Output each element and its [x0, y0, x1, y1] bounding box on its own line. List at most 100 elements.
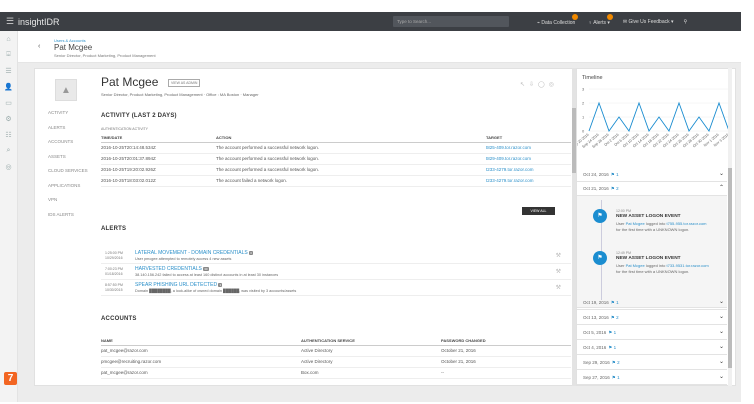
- alert-title-link[interactable]: LATERAL MOVEMENT - DOMAIN CREDENTIALS: [135, 250, 248, 256]
- chevron-down-icon: ⌄: [718, 359, 724, 365]
- back-chevron-icon[interactable]: ‹: [38, 43, 40, 50]
- section-link[interactable]: ACTIVITY: [48, 106, 88, 121]
- timeline-date-row[interactable]: Oct 24, 2016 ⚑ 1 ⌄: [577, 167, 727, 182]
- nav-assets-icon[interactable]: ▭: [0, 95, 17, 111]
- chevron-down-icon: ⌄: [718, 374, 724, 380]
- accounts-section: ACCOUNTS NAME AUTHENTICATION SERVICE PAS…: [101, 316, 571, 379]
- app-title: insightIDR: [18, 16, 60, 27]
- flag-icon: ⚑: [608, 345, 613, 350]
- table-row: 2016-10-25T19:20:02.926Z The account perf…: [101, 164, 571, 176]
- avatar: ▲: [55, 79, 77, 101]
- target-link[interactable]: t233-4279.tor.razor.com: [486, 164, 571, 176]
- timeline-panel: Timeline 3210Sep 20 2016Sep 24 2016Sep 2…: [576, 68, 736, 386]
- scrollbar-thumb[interactable]: [728, 168, 732, 368]
- target-link[interactable]: t829-409.tor.razor.com: [486, 153, 571, 165]
- alert-title-link[interactable]: SPEAR PHISHING URL DETECTED: [135, 282, 217, 288]
- table-row: pmcgee@recruiting.razor.com Active Direct…: [101, 356, 571, 368]
- chevron-down-icon: ⌄: [718, 314, 724, 320]
- section-link[interactable]: ALERTS: [48, 121, 88, 136]
- section-link[interactable]: ASSETS: [48, 150, 88, 165]
- asset-link[interactable]: t755-955.tor.razor.com: [666, 221, 706, 226]
- profile-action-icons[interactable]: ↖⇩◯◎: [520, 81, 558, 88]
- notification-badge: [572, 13, 579, 20]
- nav-reports-icon[interactable]: ☷: [0, 127, 17, 143]
- nav-settings-icon[interactable]: ⚙: [0, 111, 17, 127]
- chevron-down-icon: ⌄: [718, 344, 724, 350]
- flag-icon: ⚑: [611, 360, 616, 365]
- profile-section-nav: ACTIVITY ALERTS ACCOUNTS ASSETS CLOUD SE…: [48, 106, 88, 222]
- page-subtitle: Senior Director, Product Marketing, Prod…: [54, 53, 156, 58]
- nav-dashboard-icon[interactable]: ⌹: [0, 47, 17, 63]
- table-row: 2016-10-25T18:03:02.012Z The account fail…: [101, 175, 571, 187]
- column-header: AUTHENTICATION SERVICE: [301, 336, 441, 346]
- timeline-scrollbar[interactable]: [728, 68, 732, 386]
- rapid7-logo: 7: [4, 372, 17, 385]
- alert-row[interactable]: 8:57:50 PM 10/30/2015 SPEAR PHISHING URL …: [101, 280, 571, 296]
- user-link[interactable]: Pat Mcgee: [626, 263, 645, 268]
- timeline-date-row[interactable]: Oct 4, 2016 ⚑ 1 ⌄: [577, 340, 727, 355]
- chat-icon: ✉: [622, 18, 628, 25]
- user-icon[interactable]: ⚲: [684, 19, 688, 25]
- alert-row[interactable]: 1:25:00 PM 10/29/2016 LATERAL MOVEMENT - …: [101, 248, 571, 264]
- nav-target-icon[interactable]: ◎: [0, 159, 17, 175]
- user-link[interactable]: Pat Mcgee: [626, 221, 645, 226]
- section-link[interactable]: APPLICATIONS: [48, 179, 88, 194]
- wrench-icon[interactable]: ⚒: [556, 252, 561, 259]
- timeline-date-row[interactable]: Sep 27, 2016 ⚑ 1 ⌄: [577, 370, 727, 385]
- chevron-down-icon: ⌄: [718, 329, 724, 335]
- section-link[interactable]: CLOUD SERVICES: [48, 164, 88, 179]
- chevron-up-icon: ⌃: [718, 185, 724, 191]
- search-input[interactable]: Type to Search...: [393, 16, 509, 27]
- column-header: TARGET: [486, 133, 571, 143]
- timeline-expanded-day: ⚑ 12:00 PM NEW ASSET LOGON EVENT User Pa…: [577, 196, 727, 308]
- activity-section: ACTIVITY (LAST 2 DAYS) AUTHENTICATION AC…: [101, 113, 571, 187]
- activity-title: ACTIVITY (LAST 2 DAYS): [101, 113, 177, 119]
- table-row: pat_mcgee@razor.com Box.com --: [101, 367, 571, 379]
- alerts-list: 1:25:00 PM 10/29/2016 LATERAL MOVEMENT - …: [101, 248, 571, 296]
- bulb-icon: ♀: [588, 19, 593, 26]
- nav-users-icon[interactable]: 👤: [0, 79, 17, 95]
- activity-subtitle: AUTHENTICATION ACTIVITY: [101, 127, 148, 131]
- nav-home-icon[interactable]: ⌂: [0, 31, 17, 47]
- activity-table: TIME/DATE ACTION TARGET 2016-10-25T20:14…: [101, 133, 571, 187]
- feedback-button[interactable]: ✉ Give Us Feedback ▾: [623, 19, 674, 25]
- flag-icon: ⚑: [593, 209, 607, 223]
- count-badge: 30: [203, 267, 209, 271]
- profile-name: Pat Mcgee: [101, 75, 159, 89]
- breadcrumb-bar: ‹ Users & Accounts Pat Mcgee Senior Dire…: [18, 31, 741, 63]
- alert-title-link[interactable]: HARVESTED CREDENTIALS: [135, 266, 202, 272]
- table-row: 2016-10-25T20:01:37.894Z The account perf…: [101, 153, 571, 165]
- data-collection-button[interactable]: ⌁ Data Collection: [537, 13, 579, 26]
- flag-icon: ⚑: [593, 251, 607, 265]
- nav-search-icon[interactable]: ⌕: [0, 143, 17, 159]
- timeline-date-row[interactable]: Oct 13, 2016 ⚑ 2 ⌄: [577, 310, 727, 325]
- timeline-date-row[interactable]: Oct 5, 2016 ⚑ 1 ⌄: [577, 325, 727, 340]
- timeline-date-row[interactable]: Oct 19, 2016 ⚑ 1 ⌄: [577, 295, 727, 310]
- timeline-date-row[interactable]: Oct 21, 2016 ⚑ 2 ⌃: [577, 181, 727, 196]
- target-link[interactable]: t233-4279.tor.razor.com: [486, 175, 571, 187]
- alert-row[interactable]: 7:00:23 PM 01/18/2016 HARVESTED CREDENTIA…: [101, 264, 571, 280]
- section-link[interactable]: IDS ALERTS: [48, 208, 88, 223]
- accounts-table: NAME AUTHENTICATION SERVICE PASSWORD CHA…: [101, 336, 571, 379]
- hamburger-menu-icon[interactable]: ☰: [0, 16, 20, 27]
- alerts-button[interactable]: ♀ Alerts ▾: [588, 13, 613, 26]
- left-nav: ⌂ ⌹ ☰ 👤 ▭ ⚙ ☷ ⌕ ◎: [0, 31, 18, 402]
- flag-icon: ⚑: [611, 375, 616, 380]
- timeline-date-row[interactable]: Sep 29, 2016 ⚑ 2 ⌄: [577, 355, 727, 370]
- wrench-icon[interactable]: ⚒: [556, 284, 561, 291]
- wrench-icon[interactable]: ⚒: [556, 268, 561, 275]
- view-as-admin-badge[interactable]: VIEW AS ADMIN: [168, 79, 201, 87]
- asset-link[interactable]: t733-9531.tor.razor.com: [666, 263, 708, 268]
- chevron-down-icon: ⌄: [718, 171, 724, 177]
- section-link[interactable]: VPN: [48, 193, 88, 208]
- column-header: PASSWORD CHANGED: [441, 336, 571, 346]
- nav-log-icon[interactable]: ☰: [0, 63, 17, 79]
- top-bar: ☰ insightIDR Type to Search... ⌁ Data Co…: [0, 12, 741, 31]
- column-header: ACTION: [216, 133, 486, 143]
- topbar-actions: ⌁ Data Collection ♀ Alerts ▾ ✉ Give Us F…: [537, 12, 687, 31]
- view-all-button[interactable]: VIEW ALL: [522, 207, 555, 215]
- count-badge: 3: [249, 251, 253, 255]
- section-link[interactable]: ACCOUNTS: [48, 135, 88, 150]
- target-link[interactable]: t825-409.tor.razor.com: [486, 142, 571, 154]
- count-badge: 3: [218, 283, 223, 287]
